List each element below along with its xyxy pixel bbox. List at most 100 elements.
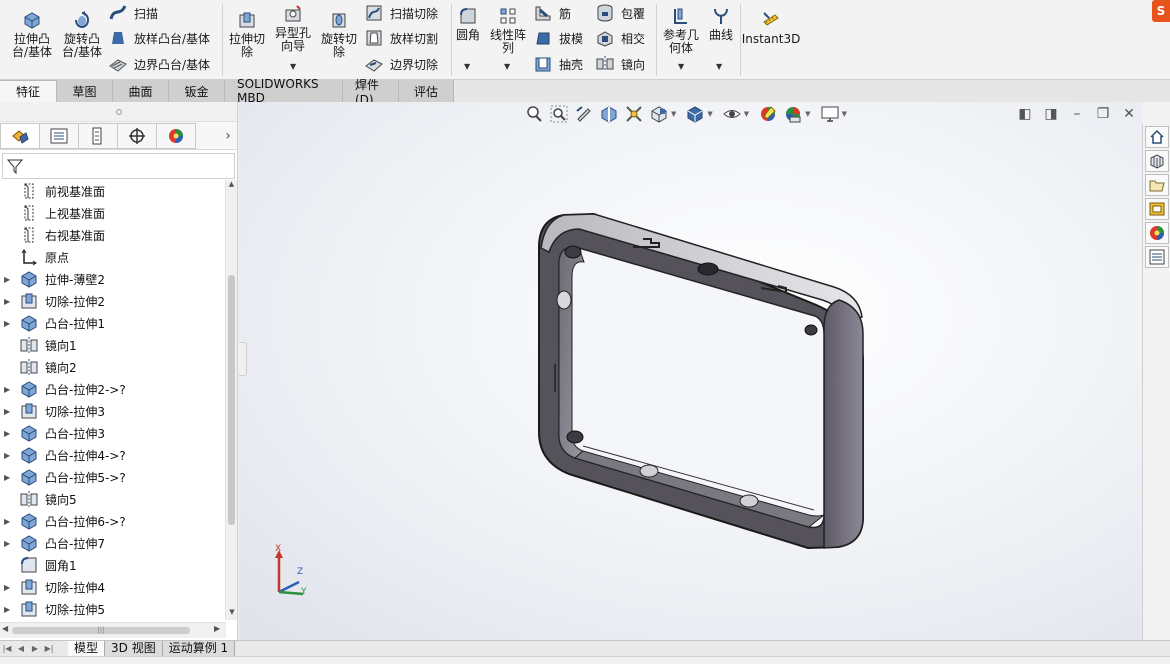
tree-horizontal-scrollbar[interactable]: ◀ ||| ▶ (0, 622, 226, 638)
tab-sheet-metal[interactable]: 钣金 (169, 80, 225, 102)
fillet-button[interactable]: 圆角 (453, 6, 483, 42)
tree-item[interactable]: ▶ 切除-拉伸2 (0, 290, 226, 312)
boss-extrude-icon (18, 380, 40, 398)
tree-item[interactable]: ▶ 凸台-拉伸2->? (0, 378, 226, 400)
reference-geometry-button[interactable]: 参考几 何体 (660, 6, 702, 55)
expand-arrow-icon[interactable]: ▶ (4, 605, 18, 614)
expand-arrow-icon[interactable]: ▶ (4, 275, 18, 284)
tree-item[interactable]: ▶ 切除-拉伸3 (0, 400, 226, 422)
tab-3d-views[interactable]: 3D 视图 (105, 640, 163, 657)
boss-extrude-button[interactable]: 拉伸凸 台/基体 (8, 10, 56, 59)
linear-pattern-dropdown-icon[interactable]: ▼ (504, 62, 510, 71)
file-explorer-tab[interactable] (1145, 174, 1169, 196)
appearances-tab[interactable] (1145, 222, 1169, 244)
tree-item[interactable]: ▶ 凸台-拉伸5->? (0, 466, 226, 488)
previous-tab-icon[interactable]: ◀ (14, 642, 28, 656)
hole-wizard-button[interactable]: 异型孔 向导 (272, 4, 314, 53)
scroll-thumb[interactable]: ||| (12, 627, 190, 634)
next-tab-icon[interactable]: ▶ (28, 642, 42, 656)
view-palette-tab[interactable] (1145, 198, 1169, 220)
graphics-area[interactable]: ▼ ▼ ▼ ▼ ▼ ◧ ◨ – ❐ ✕ X Z Y (239, 102, 1142, 640)
tree-item[interactable]: ▶ 拉伸-薄壁2 (0, 268, 226, 290)
part-model[interactable] (239, 102, 1142, 640)
tree-item[interactable]: ▶ 凸台-拉伸4->? (0, 444, 226, 466)
scroll-thumb[interactable] (228, 275, 235, 525)
sweep-button[interactable]: 扫描 (108, 2, 158, 24)
hole-wizard-dropdown-icon[interactable]: ▼ (290, 62, 296, 71)
first-tab-icon[interactable]: |◀ (0, 642, 14, 656)
tree-item[interactable]: 右视基准面 (0, 224, 226, 246)
tree-item[interactable]: ▶ 凸台-拉伸3 (0, 422, 226, 444)
custom-properties-tab[interactable] (1145, 246, 1169, 268)
curves-dropdown-icon[interactable]: ▼ (716, 62, 722, 71)
tab-weldments[interactable]: 焊件(D) (343, 78, 399, 107)
tree-item[interactable]: 前视基准面 (0, 180, 226, 202)
expand-arrow-icon[interactable]: ▶ (4, 539, 18, 548)
dimxpert-tab[interactable] (117, 122, 157, 149)
panel-splitter[interactable] (0, 102, 237, 122)
tree-item[interactable]: ▶ 凸台-拉伸6->? (0, 510, 226, 532)
loft-boss-button[interactable]: 放样凸台/基体 (108, 27, 210, 49)
tab-solidworks-mbd[interactable]: SOLIDWORKS MBD (225, 77, 343, 105)
expand-arrow-icon[interactable]: ▶ (4, 473, 18, 482)
extrude-cut-button[interactable]: 拉伸切 除 (226, 10, 268, 59)
shell-button[interactable]: 抽壳 (533, 53, 583, 75)
scroll-left-icon[interactable]: ◀ (2, 624, 8, 633)
tree-item[interactable]: 镜向2 (0, 356, 226, 378)
tree-item[interactable]: ▶ 切除-拉伸5 (0, 598, 226, 620)
instant3d-button[interactable]: Instant3D (742, 10, 800, 46)
last-tab-icon[interactable]: ▶| (42, 642, 56, 656)
tree-item[interactable]: ▶ 凸台-拉伸1 (0, 312, 226, 334)
cut-extrude-icon (18, 402, 40, 420)
tab-model[interactable]: 模型 (68, 640, 106, 657)
tree-filter[interactable] (2, 153, 235, 179)
expand-arrow-icon[interactable]: ▶ (4, 319, 18, 328)
expand-arrow-icon[interactable]: ▶ (4, 451, 18, 460)
tree-item[interactable]: 上视基准面 (0, 202, 226, 224)
scroll-down-icon[interactable]: ▼ (226, 608, 238, 620)
revolve-boss-button[interactable]: 旋转凸 台/基体 (58, 10, 106, 59)
intersect-button[interactable]: 相交 (595, 27, 645, 49)
fillet-dropdown-icon[interactable]: ▼ (464, 62, 470, 71)
tab-motion-study-1[interactable]: 运动算例 1 (162, 640, 236, 657)
expand-arrow-icon[interactable]: ▶ (4, 517, 18, 526)
tab-surfaces[interactable]: 曲面 (113, 80, 169, 102)
design-library-tab[interactable] (1145, 150, 1169, 172)
scroll-up-icon[interactable]: ▲ (226, 180, 237, 192)
tab-evaluate[interactable]: 评估 (399, 80, 454, 102)
expand-arrow-icon[interactable]: ▶ (4, 407, 18, 416)
expand-arrow-icon[interactable]: ▶ (4, 583, 18, 592)
boundary-boss-button[interactable]: 边界凸台/基体 (108, 53, 210, 75)
tree-vertical-scrollbar[interactable]: ▲ ▼ (225, 180, 237, 620)
property-manager-tab[interactable] (39, 122, 79, 149)
expand-arrow-icon[interactable]: ▶ (4, 429, 18, 438)
tree-item[interactable]: ▶ 凸台-拉伸7 (0, 532, 226, 554)
curves-button[interactable]: 曲线 (704, 6, 738, 42)
tree-item[interactable]: 镜向1 (0, 334, 226, 356)
rib-button[interactable]: 筋 (533, 2, 571, 24)
folder-icon (1149, 180, 1165, 192)
chevron-right-icon[interactable]: › (219, 128, 237, 144)
linear-pattern-button[interactable]: 线性阵 列 (486, 6, 530, 55)
expand-arrow-icon[interactable]: ▶ (4, 297, 18, 306)
draft-button[interactable]: 拔模 (533, 27, 583, 49)
mirror-button[interactable]: 镜向 (595, 53, 645, 75)
reference-geometry-dropdown-icon[interactable]: ▼ (678, 62, 684, 71)
revolve-cut-button[interactable]: 旋转切 除 (318, 10, 360, 59)
solidworks-resources-tab[interactable] (1145, 126, 1169, 148)
tab-features[interactable]: 特征 (0, 80, 57, 102)
tree-item[interactable]: 原点 (0, 246, 226, 268)
display-manager-tab[interactable] (156, 122, 196, 149)
scroll-right-icon[interactable]: ▶ (214, 624, 220, 633)
wrap-button[interactable]: 包覆 (595, 2, 645, 24)
lofted-cut-button[interactable]: 放样切割 (364, 27, 438, 49)
boundary-cut-button[interactable]: 边界切除 (364, 53, 438, 75)
tree-item[interactable]: ▶ 切除-拉伸4 (0, 576, 226, 598)
swept-cut-button[interactable]: 扫描切除 (364, 2, 438, 24)
feature-tree-tab[interactable] (0, 122, 40, 149)
expand-arrow-icon[interactable]: ▶ (4, 385, 18, 394)
tab-sketch[interactable]: 草图 (57, 80, 113, 102)
tree-item[interactable]: 镜向5 (0, 488, 226, 510)
tree-item[interactable]: 圆角1 (0, 554, 226, 576)
configuration-manager-tab[interactable] (78, 122, 118, 149)
